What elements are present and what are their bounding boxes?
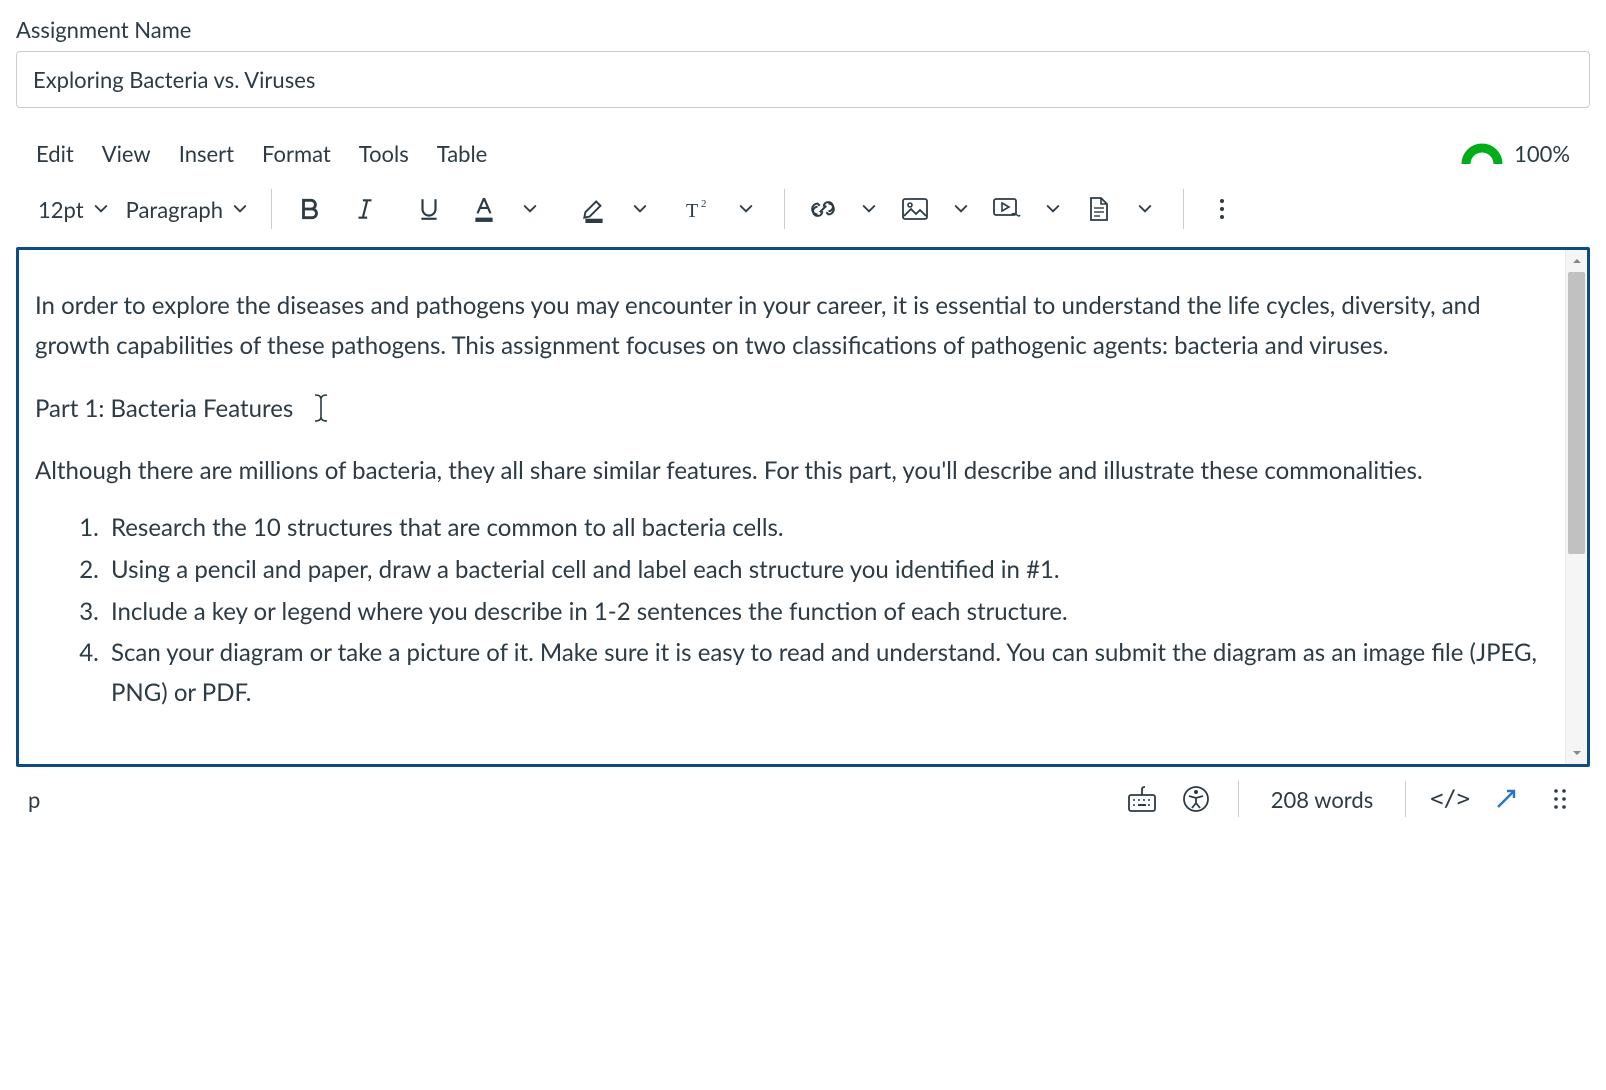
- text-color-menu[interactable]: [510, 189, 550, 229]
- underline-button[interactable]: [400, 189, 458, 229]
- bold-icon: [297, 196, 323, 222]
- vertical-scrollbar[interactable]: [1565, 250, 1587, 764]
- menu-edit[interactable]: Edit: [36, 140, 74, 167]
- editor-content-area[interactable]: In order to explore the diseases and pat…: [19, 250, 1565, 764]
- italic-icon: [352, 196, 378, 222]
- scroll-down-button[interactable]: [1566, 742, 1587, 764]
- superscript-menu[interactable]: [726, 189, 766, 229]
- menu-view[interactable]: View: [102, 140, 151, 167]
- link-button[interactable]: [803, 189, 843, 229]
- text-color-icon: [471, 195, 497, 223]
- list-item[interactable]: Research the 10 structures that are comm…: [105, 508, 1549, 548]
- keyboard-icon: [1127, 785, 1157, 813]
- highlight-button[interactable]: [574, 189, 614, 229]
- resize-handle[interactable]: [1542, 781, 1578, 817]
- superscript-icon: T 2: [684, 197, 714, 221]
- content-paragraph[interactable]: In order to explore the diseases and pat…: [35, 286, 1549, 365]
- chevron-down-icon: [233, 202, 247, 216]
- document-menu[interactable]: [1125, 189, 1165, 229]
- link-menu[interactable]: [849, 189, 889, 229]
- statusbar-separator: [1238, 781, 1239, 817]
- bold-button[interactable]: [290, 189, 330, 229]
- toolbar-separator: [1183, 189, 1184, 229]
- scrollbar-thumb[interactable]: [1568, 272, 1585, 554]
- media-menu[interactable]: [1033, 189, 1073, 229]
- italic-button[interactable]: [336, 189, 394, 229]
- highlight-icon: [581, 195, 607, 223]
- media-button[interactable]: [987, 189, 1027, 229]
- document-icon: [1088, 197, 1110, 221]
- accessibility-icon: [1182, 785, 1210, 813]
- highlight-menu[interactable]: [620, 189, 660, 229]
- accessibility-score-text: 100%: [1514, 140, 1570, 167]
- image-menu[interactable]: [941, 189, 981, 229]
- gauge-icon: [1460, 142, 1504, 166]
- more-toolbar-button[interactable]: [1202, 189, 1242, 229]
- more-vertical-icon: [1218, 197, 1226, 221]
- superscript-button[interactable]: T 2: [678, 189, 720, 229]
- image-button[interactable]: [895, 189, 935, 229]
- menu-format[interactable]: Format: [262, 140, 331, 167]
- keyboard-shortcuts-button[interactable]: [1124, 781, 1160, 817]
- link-icon: [810, 196, 836, 222]
- html-view-button[interactable]: </>: [1430, 781, 1470, 817]
- rich-content-editor: Edit View Insert Format Tools Table 100%…: [16, 136, 1590, 821]
- editor-content-frame: In order to explore the diseases and pat…: [16, 247, 1590, 767]
- font-size-selector[interactable]: 12pt: [32, 189, 114, 229]
- menu-table[interactable]: Table: [437, 140, 488, 167]
- scroll-up-button[interactable]: [1566, 250, 1587, 272]
- text-cursor-icon: [313, 393, 329, 435]
- fullscreen-button[interactable]: [1488, 781, 1524, 817]
- list-item[interactable]: Using a pencil and paper, draw a bacteri…: [105, 550, 1549, 590]
- list-item[interactable]: Scan your diagram or take a picture of i…: [105, 633, 1549, 712]
- assignment-name-input[interactable]: [16, 51, 1590, 108]
- block-format-selector[interactable]: Paragraph: [120, 189, 253, 229]
- chevron-down-icon: [94, 202, 108, 216]
- word-count[interactable]: 208 words: [1263, 781, 1382, 817]
- element-path[interactable]: p: [28, 786, 1106, 813]
- list-item[interactable]: Include a key or legend where you descri…: [105, 592, 1549, 632]
- accessibility-score-gauge[interactable]: 100%: [1460, 140, 1570, 167]
- content-paragraph[interactable]: Although there are millions of bacteria,…: [35, 451, 1549, 491]
- content-ordered-list[interactable]: Research the 10 structures that are comm…: [35, 508, 1549, 712]
- menu-insert[interactable]: Insert: [179, 140, 234, 167]
- underline-icon: [416, 196, 442, 222]
- svg-text:T: T: [686, 200, 698, 221]
- toolbar-separator: [271, 189, 272, 229]
- media-icon: [993, 198, 1021, 220]
- image-icon: [902, 198, 928, 220]
- accessibility-checker-button[interactable]: [1178, 781, 1214, 817]
- editor-menubar: Edit View Insert Format Tools Table 100%: [16, 136, 1590, 171]
- expand-icon: [1492, 785, 1520, 813]
- menu-tools[interactable]: Tools: [359, 140, 409, 167]
- editor-toolbar: 12pt Paragraph: [16, 171, 1590, 247]
- editor-statusbar: p 208 words </>: [16, 767, 1590, 821]
- scrollbar-track[interactable]: [1566, 272, 1587, 742]
- document-button[interactable]: [1079, 189, 1119, 229]
- content-heading[interactable]: Part 1: Bacteria Features: [35, 387, 1549, 429]
- drag-handle-icon: [1552, 787, 1568, 811]
- assignment-name-label: Assignment Name: [16, 16, 1590, 43]
- svg-text:2: 2: [701, 198, 707, 210]
- statusbar-separator: [1405, 781, 1406, 817]
- text-color-button[interactable]: [464, 189, 504, 229]
- toolbar-separator: [784, 189, 785, 229]
